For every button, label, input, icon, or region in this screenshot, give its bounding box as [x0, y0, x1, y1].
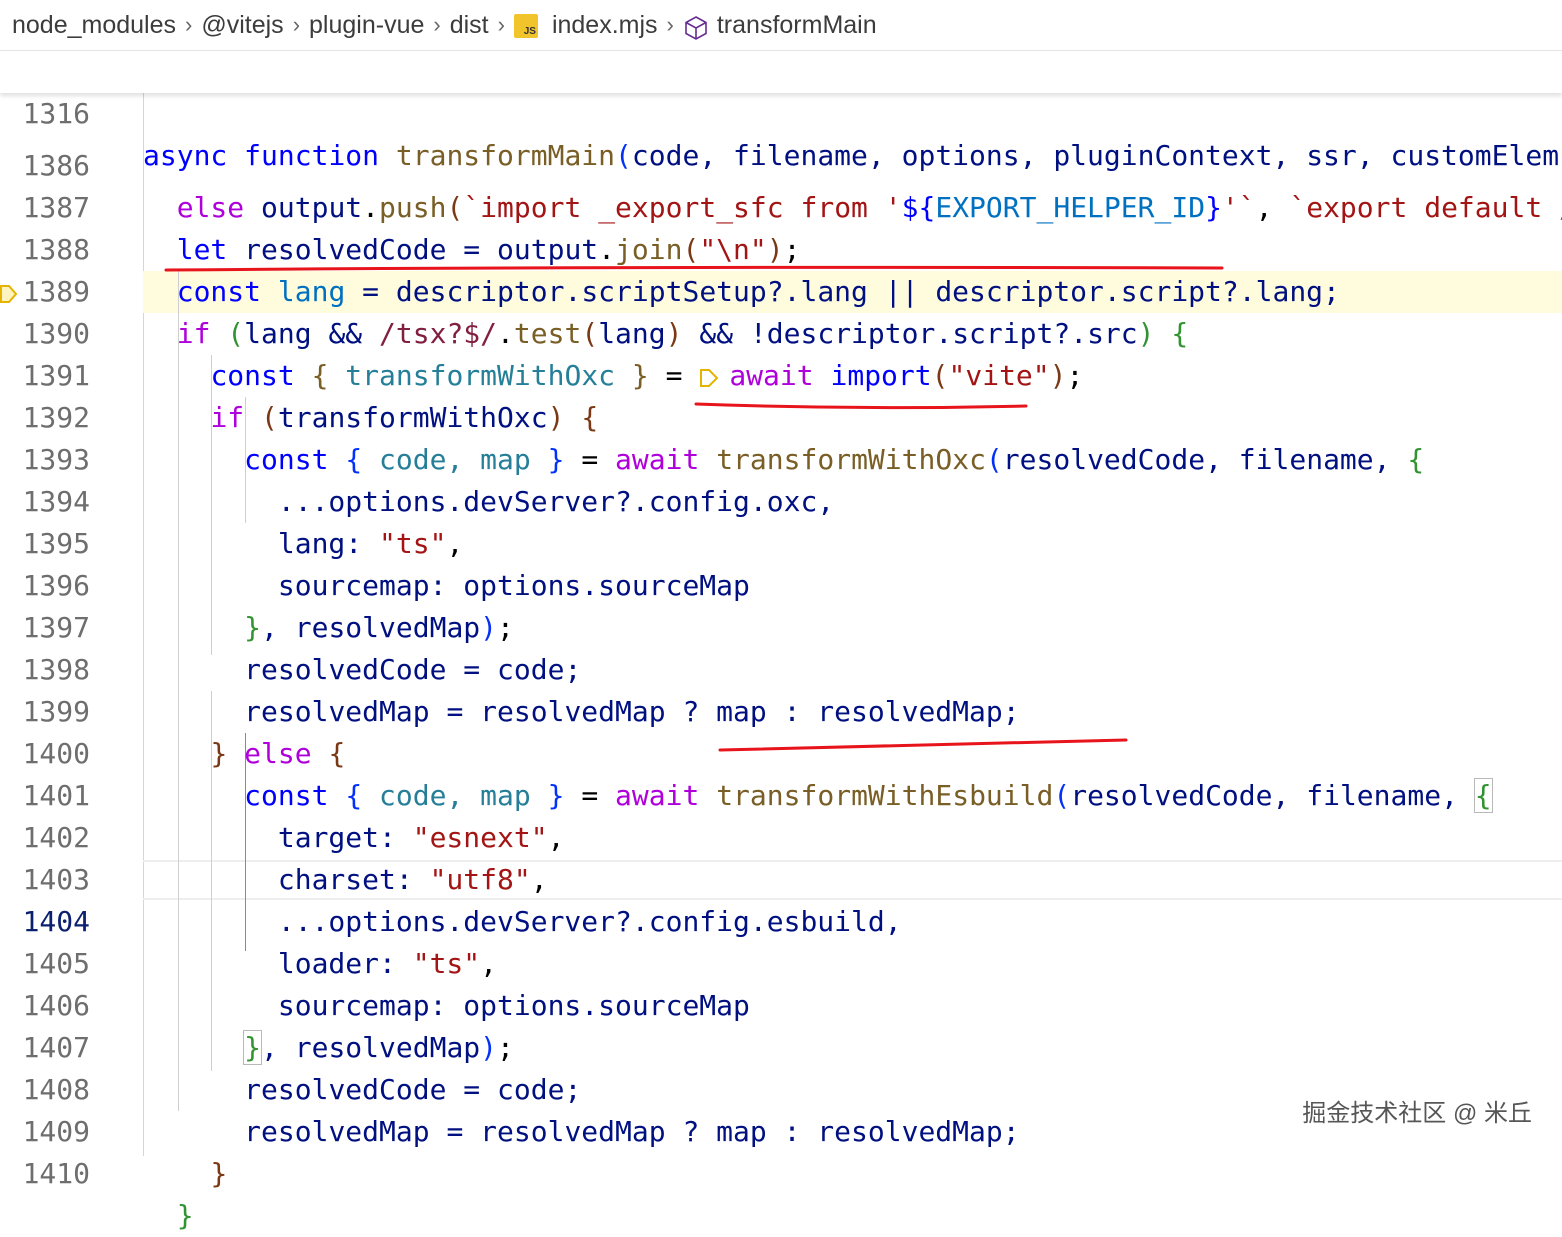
code-row: 1399 } else { — [0, 649, 1562, 770]
code-row: 1392 const { code, map } = await transfo… — [0, 355, 1562, 476]
watermark: 掘金技术社区 @ 米丘 — [1302, 1100, 1532, 1127]
code-row: 1400 const { code, map } = await transfo… — [0, 691, 1562, 813]
sticky-scroll-header[interactable]: 1316 async function transformMain(code, … — [0, 50, 1562, 172]
code-line: } — [210, 1157, 228, 1190]
annotation-underline-transform-with-esbuild — [718, 738, 1128, 752]
breadcrumb-index-mjs[interactable]: index.mjs — [552, 11, 658, 40]
chevron-right-icon: › — [292, 12, 301, 37]
annotation-underline-if-condition — [164, 265, 1224, 272]
breadcrumb: node_modules › @vitejs › plugin-vue › di… — [0, 0, 1562, 50]
breadcrumb-plugin-vue[interactable]: plugin-vue — [309, 11, 424, 40]
code-row: 1394 lang: "ts", — [0, 439, 1562, 560]
code-line: } — [176, 1199, 194, 1232]
line-number: 1410 — [22, 1157, 90, 1190]
annotation-underline-transform-with-oxc — [694, 402, 1028, 410]
code-row: 1402 charset: "utf8", — [0, 775, 1562, 896]
js-file-icon: JS — [513, 14, 538, 38]
breadcrumb-node-modules[interactable]: node_modules — [12, 11, 176, 40]
breadcrumb-dist[interactable]: dist — [450, 11, 489, 40]
breadcrumb-transform-main[interactable]: transformMain — [717, 11, 877, 40]
chevron-right-icon: › — [497, 12, 505, 37]
code-row: 1403 ...options.devServer?.config.esbuil… — [0, 817, 1562, 938]
code-row: 1405 sourcemap: options.sourceMap — [0, 901, 1562, 1022]
chevron-right-icon: › — [433, 12, 441, 37]
chevron-right-icon: › — [185, 12, 193, 37]
code-row: 1407 resolvedCode = code; — [0, 985, 1562, 1106]
code-row: 1404 loader: "ts", — [0, 859, 1562, 980]
code-row: 1391 if (transformWithOxc) { — [0, 313, 1562, 434]
code-row: 1406 }, resolvedMap); — [0, 943, 1562, 1065]
code-row: 1396 }, resolvedMap); — [0, 523, 1562, 644]
code-row: 1397 resolvedCode = code; — [0, 565, 1562, 686]
code-row: 1395 sourcemap: options.sourceMap — [0, 481, 1562, 602]
breadcrumb-vitejs[interactable]: @vitejs — [201, 11, 283, 40]
code-line-sticky: async function transformMain(code, filen… — [143, 139, 1560, 172]
code-row: 1398 resolvedMap = resolvedMap ? map : r… — [0, 607, 1562, 728]
code-row: 1388 const lang = descriptor.scriptSetup… — [0, 187, 1562, 308]
line-number: 1316 — [22, 97, 90, 130]
method-cube-icon — [685, 16, 707, 40]
code-row: 1408 resolvedMap = resolvedMap ? map : r… — [0, 1027, 1562, 1148]
chevron-right-icon: › — [666, 12, 674, 37]
